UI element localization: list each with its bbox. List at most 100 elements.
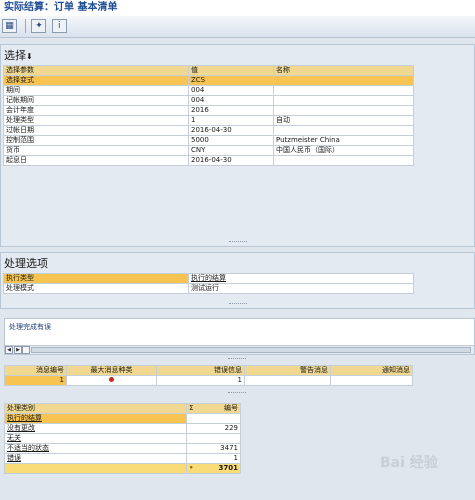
param-cell: 选择变式	[3, 75, 189, 86]
count-label: 编号	[224, 404, 238, 413]
name-cell	[273, 125, 414, 136]
col-header-category[interactable]: 处理类别	[4, 403, 187, 414]
scroll-square-icon[interactable]	[22, 346, 30, 354]
value-cell: CNY	[188, 145, 274, 156]
value-cell: 1	[188, 115, 274, 126]
message-text: 处理完成有误	[9, 323, 51, 331]
name-cell	[273, 85, 414, 96]
total-label-cell	[4, 463, 187, 474]
table-row[interactable]: 处理类型 1 自动	[3, 115, 414, 126]
splitter-handle[interactable]	[229, 303, 247, 306]
table-row[interactable]: 错误 1	[4, 453, 241, 464]
param-cell: 处理类型	[3, 115, 189, 126]
col-header-notices[interactable]: 通知消息	[330, 365, 413, 376]
col-header-warnings[interactable]: 警告消息	[244, 365, 331, 376]
selection-panel: 选择⬇ 选择参数 值 名称 选择变式 ZCS 期间 004 记帐期间 004 会…	[0, 44, 475, 247]
splitter-handle[interactable]	[229, 241, 247, 244]
window-title: 实际结算：订单 基本清单	[0, 0, 475, 16]
count-cell: 229	[186, 423, 241, 434]
toolbar: ▦ ✦ i	[0, 16, 475, 38]
param-cell: 货币	[3, 145, 189, 156]
count-cell: 1	[186, 453, 241, 464]
col-header-param[interactable]: 选择参数	[3, 65, 189, 76]
table-row[interactable]: 处理模式 测试运行	[3, 283, 414, 294]
option-value[interactable]: 执行的结算	[188, 273, 414, 284]
table-row[interactable]: 执行的结算	[4, 413, 241, 424]
col-header-count[interactable]: Σ 编号	[186, 403, 241, 414]
count-cell	[186, 433, 241, 444]
table-row[interactable]: 会计年度 2016	[3, 105, 414, 116]
message-summary-table: 消息编号 最大消息种类 错误信息 警告消息 通知消息 1 1	[4, 365, 413, 386]
table-row[interactable]: 过帐日期 2016-04-30	[3, 125, 414, 136]
table-row[interactable]: 起息日 2016-04-30	[3, 155, 414, 166]
col-header-name[interactable]: 名称	[273, 65, 414, 76]
category-cell[interactable]: 无关	[4, 433, 187, 444]
toolbar-separator	[25, 19, 27, 33]
summary-header-row: 消息编号 最大消息种类 错误信息 警告消息 通知消息	[4, 365, 413, 376]
table-row[interactable]: 不适当的状态 3471	[4, 443, 241, 454]
value-cell: 2016-04-30	[188, 125, 274, 136]
col-header-value[interactable]: 值	[188, 65, 274, 76]
selection-table: 选择参数 值 名称 选择变式 ZCS 期间 004 记帐期间 004 会计年度 …	[3, 65, 414, 166]
col-header-max-type[interactable]: 最大消息种类	[66, 365, 157, 376]
param-cell: 控制范围	[3, 135, 189, 146]
table-row[interactable]: 1 1	[4, 375, 413, 386]
message-area: 处理完成有误 ◀ ▶	[4, 318, 475, 355]
errors-cell: 1	[156, 375, 245, 386]
table-row[interactable]: 记帐期间 004	[3, 95, 414, 106]
table-row[interactable]: 期间 004	[3, 85, 414, 96]
table-row[interactable]: 选择变式 ZCS	[3, 75, 414, 86]
table-row[interactable]: 控制范围 5000 Putzmeister China	[3, 135, 414, 146]
table-row[interactable]: 无关	[4, 433, 241, 444]
param-cell: 记帐期间	[3, 95, 189, 106]
name-cell: 中国人民币（国际）	[273, 145, 414, 156]
info-icon[interactable]: i	[51, 19, 67, 33]
scrollbar-thumb[interactable]	[31, 347, 471, 353]
value-cell: 2016-04-30	[188, 155, 274, 166]
max-type-cell	[66, 375, 157, 386]
count-cell: 3471	[186, 443, 241, 454]
count-cell	[186, 413, 241, 424]
warnings-cell	[244, 375, 331, 386]
option-label: 处理模式	[3, 283, 189, 294]
total-marker-icon: •	[189, 464, 194, 473]
total-cell: • 3701	[186, 463, 241, 474]
msg-no-cell: 1	[4, 375, 67, 386]
value-cell: 004	[188, 95, 274, 106]
col-header-errors[interactable]: 错误信息	[156, 365, 245, 376]
horizontal-scrollbar[interactable]: ◀ ▶	[5, 345, 474, 354]
table-row[interactable]: 没有更改 229	[4, 423, 241, 434]
category-cell[interactable]: 不适当的状态	[4, 443, 187, 454]
name-cell	[273, 95, 414, 106]
name-cell: Putzmeister China	[273, 135, 414, 146]
processing-heading: 处理选项	[4, 257, 48, 270]
splitter-handle[interactable]	[228, 358, 246, 361]
selection-header-row: 选择参数 值 名称	[3, 65, 414, 76]
splitter-handle[interactable]	[228, 392, 246, 395]
category-cell[interactable]: 错误	[4, 453, 187, 464]
selection-heading-label: 选择	[4, 49, 26, 62]
result-table: 处理类别 Σ 编号 执行的结算 没有更改 229 无关 不适当的状态 3471 错…	[4, 403, 241, 474]
name-cell: 自动	[273, 115, 414, 126]
error-light-icon	[109, 377, 114, 382]
table-row[interactable]: 货币 CNY 中国人民币（国际）	[3, 145, 414, 156]
category-cell[interactable]: 执行的结算	[4, 413, 187, 424]
scroll-left-icon[interactable]: ◀	[5, 346, 13, 354]
scroll-right-icon[interactable]: ▶	[14, 346, 22, 354]
option-value: 测试运行	[188, 283, 414, 294]
col-header-msg-no[interactable]: 消息编号	[4, 365, 67, 376]
notices-cell	[330, 375, 413, 386]
processing-panel: 处理选项 执行类型 执行的结算 处理模式 测试运行	[0, 252, 475, 309]
param-cell: 期间	[3, 85, 189, 96]
result-header-row: 处理类别 Σ 编号	[4, 403, 241, 414]
sum-icon: Σ	[189, 404, 194, 413]
value-cell: 5000	[188, 135, 274, 146]
grid-icon[interactable]: ▦	[2, 19, 17, 33]
settings-icon[interactable]: ✦	[31, 19, 47, 33]
name-cell	[273, 105, 414, 116]
table-row[interactable]: 执行类型 执行的结算	[3, 273, 414, 284]
sort-arrow-icon[interactable]: ⬇	[26, 52, 33, 61]
name-cell	[273, 155, 414, 166]
category-cell[interactable]: 没有更改	[4, 423, 187, 434]
value-cell: ZCS	[188, 75, 274, 86]
